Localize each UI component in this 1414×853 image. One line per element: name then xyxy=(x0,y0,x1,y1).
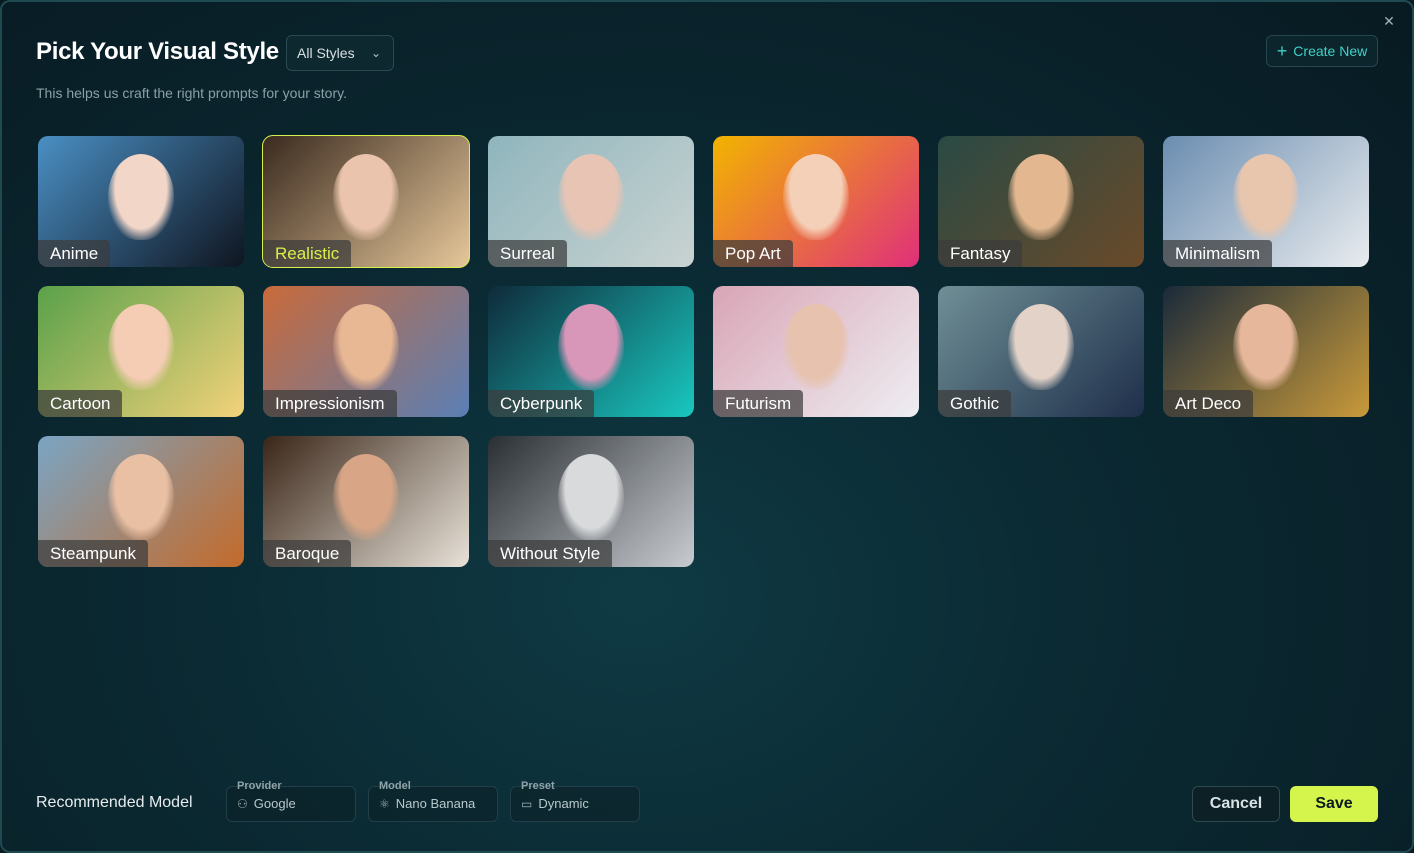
portrait-face xyxy=(108,154,174,240)
plus-icon: + xyxy=(1276,41,1288,61)
portrait-face xyxy=(333,154,399,240)
style-card-label: Surreal xyxy=(488,240,567,267)
preset-caption: Preset xyxy=(521,780,555,792)
portrait-face xyxy=(1008,154,1074,240)
portrait-face xyxy=(1233,154,1299,240)
portrait-face xyxy=(333,454,399,540)
preset-value: Dynamic xyxy=(538,796,589,811)
style-card-label: Baroque xyxy=(263,540,352,567)
style-card-label: Cartoon xyxy=(38,390,123,417)
model-icon: ⚛ xyxy=(379,796,390,811)
provider-caption: Provider xyxy=(237,780,282,792)
style-card-impressionism[interactable]: Impressionism xyxy=(263,286,469,417)
style-card-pop-art[interactable]: Pop Art xyxy=(713,136,919,267)
save-button[interactable]: Save xyxy=(1290,786,1378,822)
style-card-cartoon[interactable]: Cartoon xyxy=(38,286,244,417)
portrait-face xyxy=(783,304,849,390)
create-new-button[interactable]: + Create New xyxy=(1266,35,1378,67)
style-card-fantasy[interactable]: Fantasy xyxy=(938,136,1144,267)
create-new-label: Create New xyxy=(1293,43,1368,59)
style-card-realistic[interactable]: Realistic xyxy=(262,135,470,268)
style-card-art-deco[interactable]: Art Deco xyxy=(1163,286,1369,417)
recommended-model-label: Recommended Model xyxy=(36,794,193,811)
style-card-cyberpunk[interactable]: Cyberpunk xyxy=(488,286,694,417)
style-card-minimalism[interactable]: Minimalism xyxy=(1163,136,1369,267)
style-card-label: Art Deco xyxy=(1163,390,1254,417)
provider-field[interactable]: Provider ⚇ Google xyxy=(226,780,356,822)
dialog-title: Pick Your Visual Style xyxy=(36,38,279,65)
style-card-baroque[interactable]: Baroque xyxy=(263,436,469,567)
style-card-label: Minimalism xyxy=(1163,240,1272,267)
style-card-steampunk[interactable]: Steampunk xyxy=(38,436,244,567)
style-picker-dialog: ✕ Pick Your Visual Style All Styles ⌄ Th… xyxy=(0,0,1414,853)
style-card-label: Gothic xyxy=(938,390,1012,417)
style-card-label: Anime xyxy=(38,240,111,267)
dialog-subtitle: This helps us craft the right prompts fo… xyxy=(36,85,347,101)
preset-icon: ▭ xyxy=(521,796,533,811)
portrait-face xyxy=(108,454,174,540)
portrait-face xyxy=(783,154,849,240)
portrait-face xyxy=(558,304,624,390)
portrait-face xyxy=(108,304,174,390)
close-icon[interactable]: ✕ xyxy=(1380,12,1398,30)
model-value: Nano Banana xyxy=(395,796,476,811)
style-card-label: Pop Art xyxy=(713,240,793,267)
cancel-button[interactable]: Cancel xyxy=(1192,786,1280,822)
style-card-surreal[interactable]: Surreal xyxy=(488,136,694,267)
user-icon: ⚇ xyxy=(237,796,248,811)
portrait-face xyxy=(1008,304,1074,390)
portrait-face xyxy=(333,304,399,390)
style-filter-select[interactable]: All Styles ⌄ xyxy=(286,35,394,71)
model-caption: Model xyxy=(379,780,411,792)
preset-field[interactable]: Preset ▭ Dynamic xyxy=(510,780,640,822)
chevron-down-icon: ⌄ xyxy=(370,46,381,60)
portrait-face xyxy=(558,454,624,540)
style-card-label: Realistic xyxy=(263,240,352,267)
portrait-face xyxy=(1233,304,1299,390)
style-card-label: Futurism xyxy=(713,390,804,417)
portrait-face xyxy=(558,154,624,240)
style-card-label: Fantasy xyxy=(938,240,1023,267)
style-card-label: Cyberpunk xyxy=(488,390,595,417)
model-field[interactable]: Model ⚛ Nano Banana xyxy=(368,780,498,822)
style-card-futurism[interactable]: Futurism xyxy=(713,286,919,417)
style-card-label: Without Style xyxy=(488,540,613,567)
provider-value: Google xyxy=(253,796,296,811)
style-card-without-style[interactable]: Without Style xyxy=(488,436,694,567)
style-card-anime[interactable]: Anime xyxy=(38,136,244,267)
style-card-gothic[interactable]: Gothic xyxy=(938,286,1144,417)
style-card-label: Steampunk xyxy=(38,540,148,567)
style-card-label: Impressionism xyxy=(263,390,397,417)
style-filter-value: All Styles xyxy=(297,45,355,61)
